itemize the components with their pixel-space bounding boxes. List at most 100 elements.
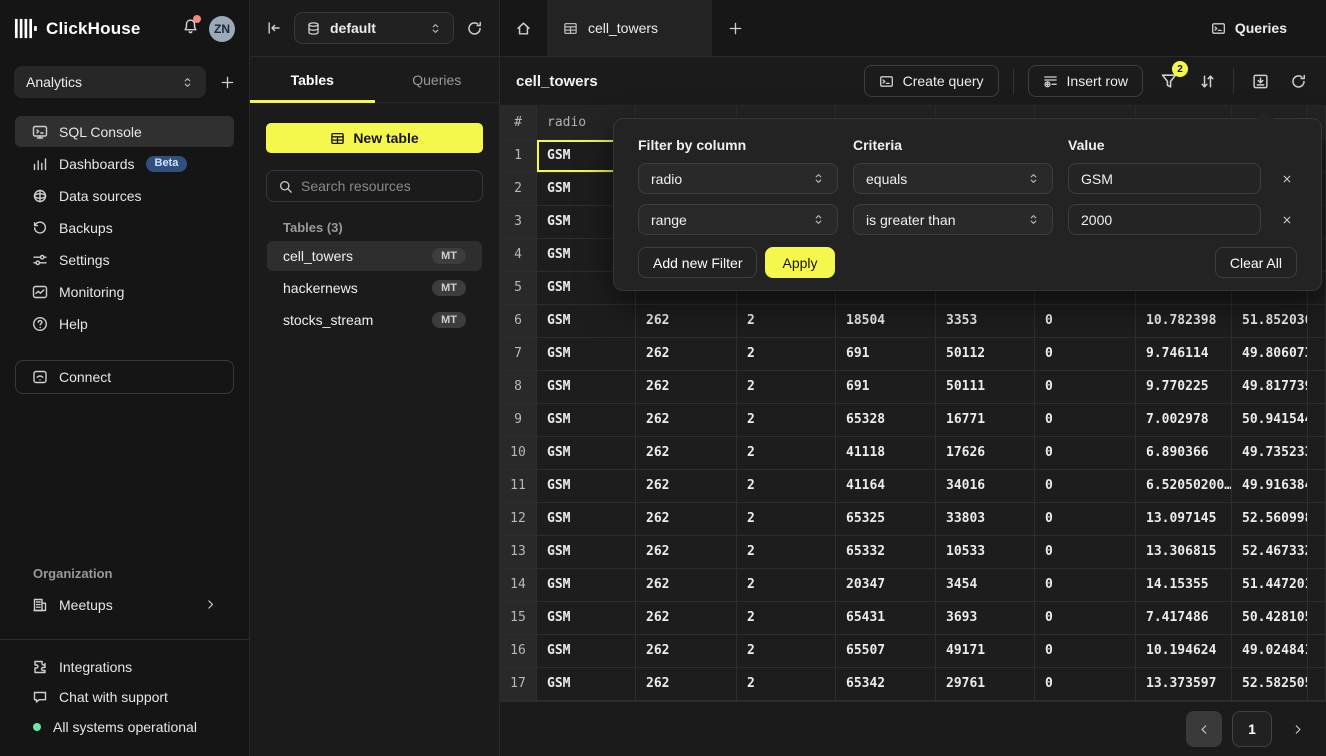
table-cell[interactable]: 2 bbox=[737, 437, 836, 470]
row-number[interactable]: 12 bbox=[500, 503, 537, 536]
table-cell[interactable]: 9.746114 bbox=[1136, 338, 1232, 371]
sidebar-item-dashboards[interactable]: DashboardsBeta bbox=[15, 148, 234, 179]
table-cell[interactable]: 0 bbox=[1035, 470, 1136, 503]
home-button[interactable] bbox=[500, 0, 547, 56]
row-number[interactable]: 10 bbox=[500, 437, 537, 470]
table-cell[interactable]: 262 bbox=[636, 338, 737, 371]
table-cell[interactable]: 2 bbox=[737, 371, 836, 404]
table-cell[interactable]: 9.770225 bbox=[1136, 371, 1232, 404]
table-cell[interactable]: 50.428105 bbox=[1232, 602, 1308, 635]
current-page[interactable]: 1 bbox=[1232, 711, 1272, 747]
add-service-button[interactable] bbox=[220, 75, 235, 90]
table-cell[interactable]: GSM bbox=[537, 437, 636, 470]
row-number[interactable]: 7 bbox=[500, 338, 537, 371]
next-page-button[interactable] bbox=[1282, 711, 1312, 747]
table-cell[interactable]: 3693 bbox=[936, 602, 1035, 635]
sort-button[interactable] bbox=[1195, 69, 1219, 93]
sidebar-item-monitoring[interactable]: Monitoring bbox=[15, 276, 234, 307]
table-cell[interactable]: 0 bbox=[1035, 635, 1136, 668]
table-cell[interactable]: 50112 bbox=[936, 338, 1035, 371]
table-cell[interactable]: 10.194624 bbox=[1136, 635, 1232, 668]
row-number[interactable]: 2 bbox=[500, 173, 537, 206]
table-cell[interactable]: GSM bbox=[537, 536, 636, 569]
table-cell[interactable]: 262 bbox=[636, 437, 737, 470]
notifications-bell-icon[interactable] bbox=[182, 18, 199, 40]
row-number[interactable]: 4 bbox=[500, 239, 537, 272]
table-cell[interactable]: 2 bbox=[737, 470, 836, 503]
table-cell[interactable]: 262 bbox=[636, 404, 737, 437]
connect-button[interactable]: Connect bbox=[15, 360, 234, 394]
table-cell[interactable]: 262 bbox=[636, 503, 737, 536]
table-cell[interactable]: 49.916384 bbox=[1232, 470, 1308, 503]
avatar[interactable]: ZN bbox=[209, 16, 235, 42]
table-cell[interactable]: 262 bbox=[636, 536, 737, 569]
table-cell[interactable]: 65325 bbox=[836, 503, 936, 536]
row-number[interactable]: 3 bbox=[500, 206, 537, 239]
table-cell[interactable]: 49.817739 bbox=[1232, 371, 1308, 404]
add-filter-button[interactable]: Add new Filter bbox=[638, 247, 757, 278]
table-cell[interactable]: GSM bbox=[537, 338, 636, 371]
filter-value-input[interactable] bbox=[1068, 163, 1261, 194]
table-cell[interactable]: 65507 bbox=[836, 635, 936, 668]
table-cell[interactable]: 51.447201 bbox=[1232, 569, 1308, 602]
database-selector[interactable]: default bbox=[294, 12, 454, 44]
table-cell[interactable]: 0 bbox=[1035, 536, 1136, 569]
table-cell[interactable]: GSM bbox=[537, 668, 636, 701]
table-cell[interactable]: GSM bbox=[537, 305, 636, 338]
table-cell[interactable]: 3454 bbox=[936, 569, 1035, 602]
table-cell[interactable]: 262 bbox=[636, 470, 737, 503]
table-cell[interactable]: 262 bbox=[636, 371, 737, 404]
table-cell[interactable]: 65431 bbox=[836, 602, 936, 635]
table-cell[interactable]: 10.782398 bbox=[1136, 305, 1232, 338]
download-button[interactable] bbox=[1248, 69, 1272, 93]
table-cell[interactable]: 33803 bbox=[936, 503, 1035, 536]
row-number[interactable]: 1 bbox=[500, 140, 537, 173]
table-cell[interactable]: GSM bbox=[537, 470, 636, 503]
sidebar-item-settings[interactable]: Settings bbox=[15, 244, 234, 275]
table-cell[interactable]: 0 bbox=[1035, 404, 1136, 437]
table-cell[interactable]: 0 bbox=[1035, 668, 1136, 701]
table-cell[interactable]: 2 bbox=[737, 305, 836, 338]
table-list-item-stocks_stream[interactable]: stocks_streamMT bbox=[267, 305, 482, 335]
table-cell[interactable]: 49.806073 bbox=[1232, 338, 1308, 371]
table-cell[interactable]: 49.735233 bbox=[1232, 437, 1308, 470]
row-number[interactable]: 17 bbox=[500, 668, 537, 701]
table-cell[interactable]: 0 bbox=[1035, 602, 1136, 635]
filter-criteria-select[interactable]: is greater than bbox=[853, 204, 1053, 235]
table-cell[interactable]: 41164 bbox=[836, 470, 936, 503]
new-tab-button[interactable] bbox=[712, 0, 758, 56]
table-cell[interactable]: 3353 bbox=[936, 305, 1035, 338]
sidebar-item-sql-console[interactable]: SQL Console bbox=[15, 116, 234, 147]
collapse-panel-button[interactable] bbox=[266, 20, 282, 36]
insert-row-button[interactable]: Insert row bbox=[1028, 65, 1143, 97]
table-cell[interactable]: 34016 bbox=[936, 470, 1035, 503]
table-cell[interactable]: 20347 bbox=[836, 569, 936, 602]
table-cell[interactable]: 41118 bbox=[836, 437, 936, 470]
table-cell[interactable]: 0 bbox=[1035, 305, 1136, 338]
table-cell[interactable]: 2 bbox=[737, 503, 836, 536]
sidebar-item-meetups[interactable]: Meetups bbox=[15, 589, 234, 620]
refresh-tables-button[interactable] bbox=[466, 20, 483, 37]
table-cell[interactable]: 691 bbox=[836, 371, 936, 404]
table-cell[interactable]: 2 bbox=[737, 602, 836, 635]
apply-filters-button[interactable]: Apply bbox=[765, 247, 834, 278]
table-cell[interactable]: 16771 bbox=[936, 404, 1035, 437]
table-cell[interactable]: GSM bbox=[537, 635, 636, 668]
table-cell[interactable]: 262 bbox=[636, 668, 737, 701]
table-cell[interactable]: 2 bbox=[737, 536, 836, 569]
filter-value-input[interactable] bbox=[1068, 204, 1261, 235]
table-cell[interactable]: GSM bbox=[537, 503, 636, 536]
table-cell[interactable]: 49171 bbox=[936, 635, 1035, 668]
tab-cell-towers[interactable]: cell_towers bbox=[547, 0, 712, 56]
table-cell[interactable]: 65328 bbox=[836, 404, 936, 437]
table-cell[interactable]: 262 bbox=[636, 305, 737, 338]
row-number[interactable]: 15 bbox=[500, 602, 537, 635]
table-cell[interactable]: 0 bbox=[1035, 437, 1136, 470]
row-number[interactable]: 8 bbox=[500, 371, 537, 404]
table-cell[interactable]: 262 bbox=[636, 569, 737, 602]
refresh-data-button[interactable] bbox=[1286, 69, 1310, 93]
table-list-item-hackernews[interactable]: hackernewsMT bbox=[267, 273, 482, 303]
table-cell[interactable]: 2 bbox=[737, 569, 836, 602]
create-query-button[interactable]: Create query bbox=[864, 65, 999, 97]
row-number[interactable]: 9 bbox=[500, 404, 537, 437]
